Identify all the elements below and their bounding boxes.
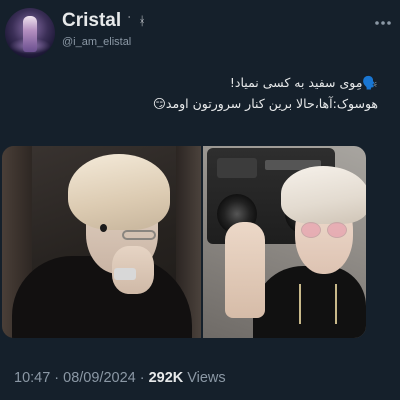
views-count[interactable]: 292K — [149, 370, 184, 386]
more-horizontal-icon[interactable] — [374, 18, 392, 28]
tweet-meta: 10:47 · 08/09/2024 · 292K Views — [14, 370, 226, 386]
display-name[interactable]: Cristal — [62, 10, 121, 32]
views-label: Views — [187, 370, 226, 386]
tweet-text-line-2: هوسوک:آها،حالا برین کنار سرورتون اومد😏 — [152, 96, 378, 111]
tweet-time[interactable]: 10:47 — [14, 370, 50, 386]
media-photo-1[interactable] — [2, 146, 201, 338]
avatar-figure — [23, 16, 37, 52]
meta-separator: · — [54, 370, 60, 386]
name-decoration: ˈ ᚼ — [127, 14, 148, 28]
avatar[interactable] — [5, 8, 55, 58]
author-name-row: Cristal ˈ ᚼ — [62, 10, 148, 32]
tweet-text-line-1: 🗣️مِوی سفید به کسی نمیاد! — [229, 75, 378, 90]
tweet-date[interactable]: 08/09/2024 — [63, 370, 136, 386]
media-grid — [2, 146, 366, 338]
media-photo-2[interactable] — [203, 146, 366, 338]
meta-separator-2: · — [139, 370, 145, 386]
tweet-text: 🗣️مِوی سفید به کسی نمیاد! هوسوک:آها،حالا… — [14, 72, 378, 114]
user-handle[interactable]: @i_am_elistal — [62, 36, 131, 48]
